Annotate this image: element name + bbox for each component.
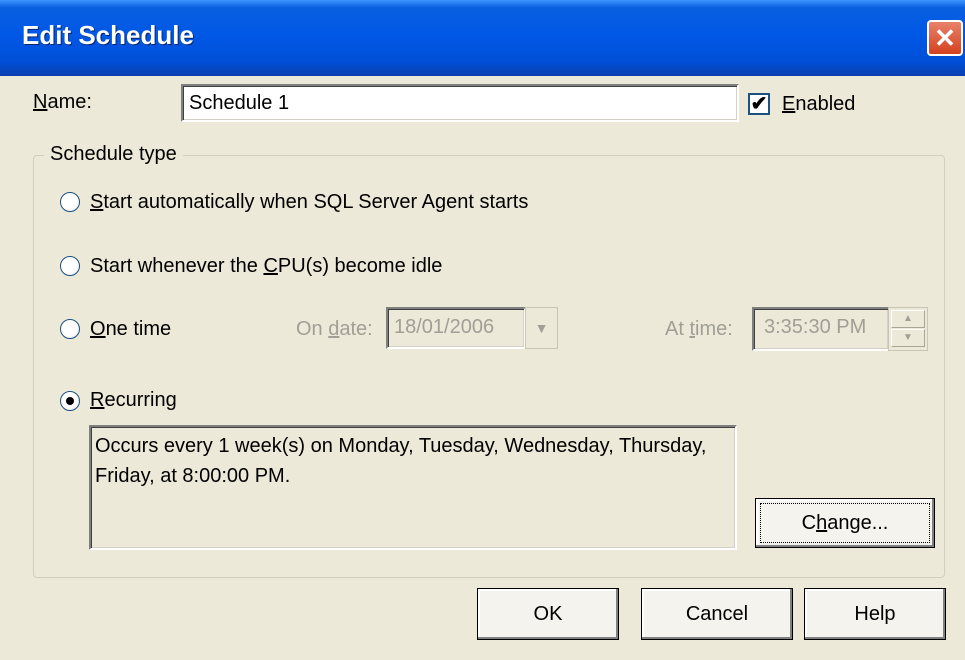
option-start-automatically-label[interactable]: Start automatically when SQL Server Agen…: [90, 191, 528, 214]
spin-down-icon[interactable]: ▼: [891, 329, 925, 347]
option-recurring-label[interactable]: Recurring: [90, 389, 177, 412]
option-cpu-idle-label[interactable]: Start whenever the CPU(s) become idle: [90, 255, 442, 278]
cancel-button[interactable]: Cancel: [641, 588, 793, 640]
schedule-type-label: Schedule type: [44, 143, 183, 166]
radio-one-time[interactable]: [60, 319, 80, 339]
radio-start-cpu-idle[interactable]: [60, 256, 80, 276]
chevron-down-icon: ▼: [534, 320, 549, 336]
change-button-label: Change...: [801, 511, 889, 534]
enabled-label[interactable]: Enabled: [782, 93, 855, 116]
name-label: Name:: [33, 91, 92, 113]
title-bar: Edit Schedule ✕: [0, 0, 965, 76]
radio-selected-dot: [66, 397, 74, 405]
on-date-field[interactable]: 18/01/2006: [386, 307, 526, 349]
option-one-time-label[interactable]: One time: [90, 318, 171, 341]
change-button[interactable]: Change...: [755, 498, 935, 548]
close-button[interactable]: ✕: [927, 20, 963, 56]
name-input[interactable]: Schedule 1: [181, 84, 739, 122]
enabled-checkbox[interactable]: ✔: [748, 93, 770, 115]
date-dropdown-button[interactable]: ▼: [525, 307, 558, 349]
at-time-field[interactable]: 3:35:30 PM: [752, 307, 890, 351]
dialog-title: Edit Schedule: [22, 20, 194, 50]
radio-start-automatically[interactable]: [60, 192, 80, 212]
on-date-label: On date:: [296, 318, 373, 340]
recurring-description: Occurs every 1 week(s) on Monday, Tuesda…: [89, 425, 737, 550]
at-time-label: At time:: [665, 318, 733, 340]
close-icon: ✕: [934, 22, 956, 53]
spin-up-icon[interactable]: ▲: [891, 310, 925, 328]
help-button[interactable]: Help: [804, 588, 946, 640]
name-label-rest: ame:: [47, 91, 92, 113]
radio-recurring[interactable]: [60, 391, 80, 411]
time-spinner[interactable]: ▲ ▼: [888, 307, 928, 351]
ok-button[interactable]: OK: [477, 588, 619, 640]
